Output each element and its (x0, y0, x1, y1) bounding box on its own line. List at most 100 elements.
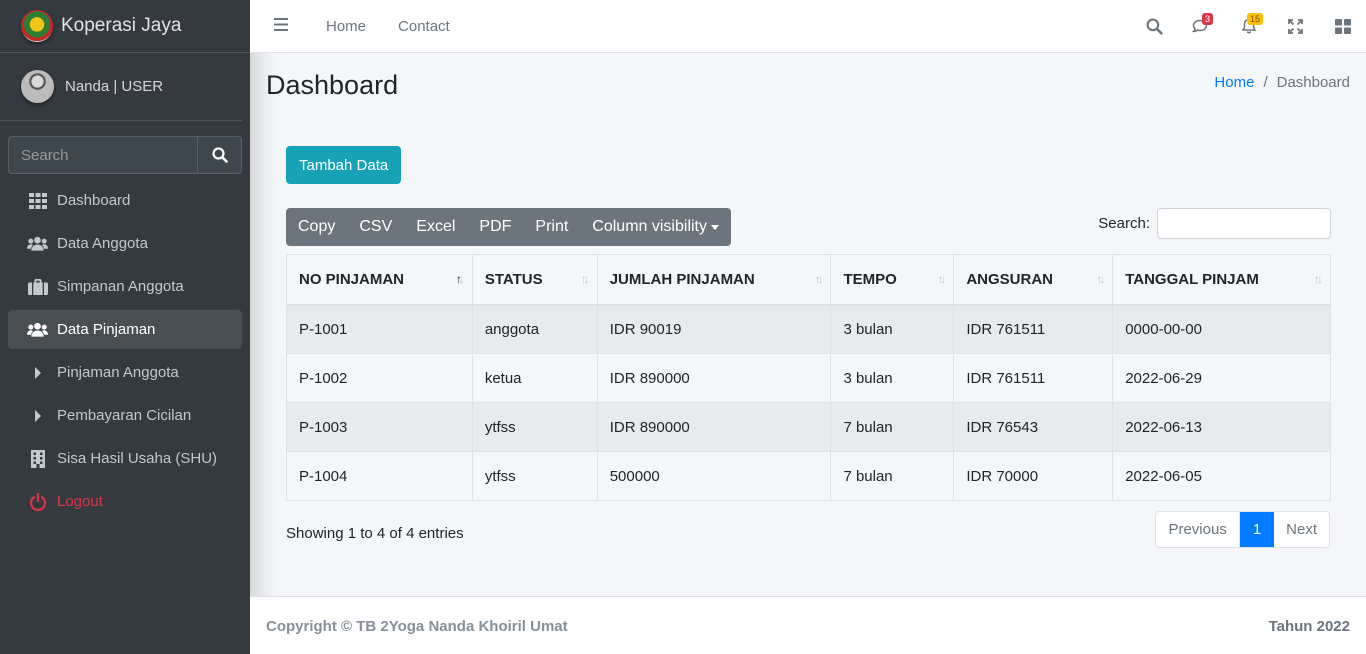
top-navbar: Home Contact 3 15 (250, 0, 1366, 53)
column-header-angsuran[interactable]: ANGSURAN ↑↓ (953, 254, 1114, 306)
footer-year: Tahun 2022 (1268, 618, 1350, 635)
cell-jumlah-pinjaman: IDR 90019 (596, 304, 832, 354)
sort-icon: ↑↓ (937, 272, 946, 286)
pagination-page-1[interactable]: 1 (1239, 512, 1275, 547)
sort-icon: ↑↓ (814, 272, 823, 286)
column-header-no-pinjaman[interactable]: NO PINJAMAN ↑↓ (286, 254, 473, 306)
caret-down-icon (711, 224, 719, 230)
avatar (21, 70, 54, 103)
sidebar-item-logout[interactable]: Logout (8, 482, 242, 521)
table-row: P-1003 ytfss IDR 890000 7 bulan IDR 7654… (286, 402, 1331, 452)
users-icon (27, 235, 48, 253)
brand-name: Koperasi Jaya (61, 15, 182, 36)
excel-button[interactable]: Excel (404, 208, 467, 246)
control-sidebar-button[interactable] (1319, 0, 1366, 53)
navbar-search-button[interactable] (1131, 0, 1178, 53)
column-header-label: JUMLAH PINJAMAN (609, 270, 755, 288)
sidebar-item-label: Sisa Hasil Usaha (SHU) (57, 450, 218, 467)
sort-icon: ↑↓ (1314, 272, 1323, 286)
table-row: P-1004 ytfss 500000 7 bulan IDR 70000 20… (286, 451, 1331, 501)
column-visibility-button[interactable]: Column visibility (580, 208, 731, 246)
sort-asc-icon: ↑↓ (455, 272, 465, 286)
table-search: Search: (1098, 208, 1331, 239)
sidebar-search-input[interactable] (8, 136, 197, 174)
cell-tempo: 3 bulan (830, 353, 955, 403)
cell-status: ketua (471, 353, 598, 403)
export-button-group: Copy CSV Excel PDF Print Column visibili… (286, 208, 731, 246)
cell-tanggal-pinjam: 2022-06-29 (1112, 353, 1331, 403)
csv-button[interactable]: CSV (347, 208, 404, 246)
sidebar-item-shu[interactable]: Sisa Hasil Usaha (SHU) (8, 439, 242, 478)
pagination-next[interactable]: Next (1274, 512, 1329, 547)
fullscreen-button[interactable] (1272, 0, 1319, 53)
cell-status: anggota (471, 304, 598, 354)
sidebar: Koperasi Jaya Nanda | USER Dashboard Dat… (0, 0, 250, 654)
cell-tempo: 3 bulan (830, 304, 955, 354)
sidebar-item-label: Data Pinjaman (57, 321, 156, 338)
sidebar-search (8, 136, 242, 174)
menu-toggle-icon[interactable] (274, 17, 288, 35)
cell-tanggal-pinjam: 2022-06-13 (1112, 402, 1331, 452)
breadcrumb-separator: / (1263, 74, 1268, 91)
sidebar-item-data-pinjaman[interactable]: Data Pinjaman (8, 310, 242, 349)
sidebar-item-dashboard[interactable]: Dashboard (8, 181, 242, 220)
table-search-label: Search: (1098, 215, 1150, 232)
sort-icon: ↑↓ (580, 272, 590, 286)
brand-link[interactable]: Koperasi Jaya (0, 0, 250, 53)
column-header-tanggal-pinjam[interactable]: TANGGAL PINJAM ↑↓ (1112, 254, 1331, 306)
power-icon (27, 492, 48, 511)
loans-table: NO PINJAMAN ↑↓ STATUS ↑↓ JUMLAH PINJAMAN ↑↓… (286, 254, 1331, 501)
pdf-button[interactable]: PDF (467, 208, 523, 246)
pagination-previous[interactable]: Previous (1156, 512, 1240, 547)
sidebar-item-label: Dashboard (57, 192, 131, 209)
table-search-input[interactable] (1157, 208, 1331, 239)
column-header-label: NO PINJAMAN (299, 270, 405, 288)
breadcrumb: Home / Dashboard (1214, 74, 1350, 91)
briefcase-icon (27, 278, 48, 296)
users-icon (27, 321, 48, 339)
nav-link-contact[interactable]: Contact (398, 18, 450, 35)
sidebar-search-button[interactable] (197, 136, 242, 174)
add-data-button[interactable]: Tambah Data (286, 146, 402, 184)
column-header-tempo[interactable]: TEMPO ↑↓ (830, 254, 955, 306)
cell-angsuran: IDR 70000 (953, 451, 1114, 501)
sidebar-item-pembayaran-cicilan[interactable]: Pembayaran Cicilan (8, 396, 242, 435)
messages-button[interactable]: 3 (1178, 0, 1225, 53)
cell-no-pinjaman: P-1001 (286, 304, 473, 354)
th-large-icon (1334, 19, 1351, 34)
column-header-label: TEMPO (843, 270, 897, 288)
expand-icon (1288, 19, 1303, 34)
column-header-label: ANGSURAN (966, 270, 1053, 288)
column-header-label: TANGGAL PINJAM (1125, 270, 1259, 288)
footer: Copyright © TB 2Yoga Nanda Khoiril Umat … (250, 596, 1366, 654)
grid-icon (27, 192, 48, 210)
sidebar-item-pinjaman-anggota[interactable]: Pinjaman Anggota (8, 353, 242, 392)
cell-angsuran: IDR 761511 (953, 353, 1114, 403)
sidebar-item-simpanan-anggota[interactable]: Simpanan Anggota (8, 267, 242, 306)
cell-angsuran: IDR 76543 (953, 402, 1114, 452)
nav-link-home[interactable]: Home (326, 18, 366, 35)
search-icon (1146, 18, 1163, 35)
notifications-badge: 15 (1246, 13, 1263, 25)
table-row: P-1001 anggota IDR 90019 3 bulan IDR 761… (286, 304, 1331, 354)
column-header-status[interactable]: STATUS ↑↓ (471, 254, 598, 306)
sidebar-item-data-anggota[interactable]: Data Anggota (8, 224, 242, 263)
cell-tanggal-pinjam: 0000-00-00 (1112, 304, 1331, 354)
user-panel[interactable]: Nanda | USER (0, 53, 242, 121)
brand-logo (21, 10, 53, 42)
cell-jumlah-pinjaman: IDR 890000 (596, 402, 832, 452)
user-name[interactable]: Nanda | USER (65, 78, 163, 95)
content-header: Dashboard Home / Dashboard (266, 70, 1350, 106)
column-header-jumlah-pinjaman[interactable]: JUMLAH PINJAMAN ↑↓ (596, 254, 832, 306)
sort-icon: ↑↓ (1096, 272, 1105, 286)
breadcrumb-home[interactable]: Home (1214, 74, 1254, 91)
notifications-button[interactable]: 15 (1225, 0, 1272, 53)
caret-right-icon (27, 407, 48, 425)
navbar-icons: 3 15 (1131, 0, 1366, 53)
cell-angsuran: IDR 761511 (953, 304, 1114, 354)
sidebar-nav: Dashboard Data Anggota Simpanan Anggota … (8, 181, 242, 525)
sidebar-item-label: Logout (57, 493, 103, 510)
copy-button[interactable]: Copy (286, 208, 347, 246)
print-button[interactable]: Print (523, 208, 580, 246)
pagination: Previous 1 Next (1155, 511, 1330, 548)
